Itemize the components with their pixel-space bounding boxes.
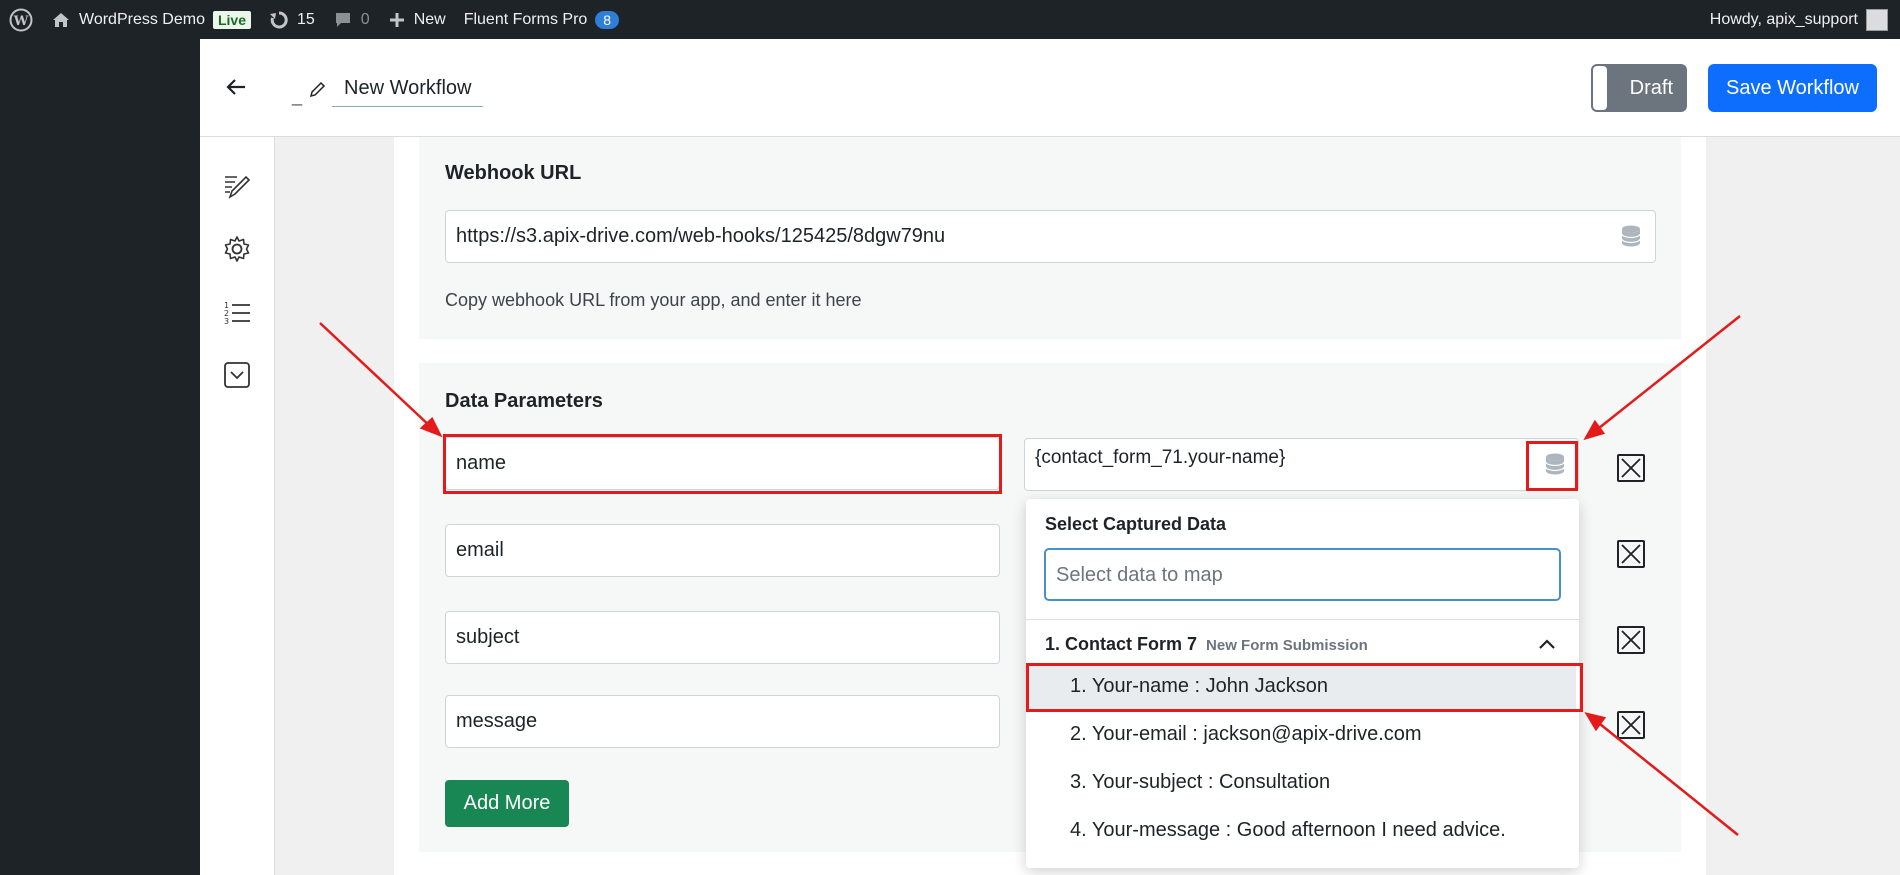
title-prefix: _ bbox=[292, 86, 303, 106]
webhook-url-title: Webhook URL bbox=[445, 162, 582, 184]
annotation-box-database-icon bbox=[1526, 441, 1578, 491]
remove-row-icon[interactable] bbox=[1617, 711, 1645, 739]
wp-admin-sidebar bbox=[0, 39, 200, 875]
remove-row-icon[interactable] bbox=[1617, 626, 1645, 654]
comment-icon bbox=[335, 12, 350, 27]
settings-gear-icon[interactable] bbox=[222, 234, 252, 264]
dropdown-item[interactable]: 3. Your-subject : Consultation bbox=[1070, 771, 1330, 794]
data-parameters-title: Data Parameters bbox=[445, 390, 603, 412]
dropdown-divider bbox=[1026, 619, 1579, 620]
param-value-name[interactable]: {contact_form_71.your-name} bbox=[1024, 438, 1579, 491]
dropdown-group-header[interactable]: 1. Contact Form 7 New Form Submission bbox=[1045, 634, 1368, 655]
param-key-subject[interactable]: subject bbox=[445, 611, 1000, 664]
admin-bar: W WordPress Demo Live 15 0 New Fluent Fo… bbox=[0, 0, 1900, 39]
back-arrow-icon[interactable] bbox=[224, 75, 248, 99]
dropdown-title: Select Captured Data bbox=[1045, 514, 1227, 534]
site-name: WordPress Demo bbox=[79, 10, 205, 28]
svg-text:3: 3 bbox=[224, 317, 229, 326]
comments-count: 0 bbox=[360, 10, 370, 28]
howdy-text: Howdy, apix_support bbox=[1709, 10, 1858, 28]
chevron-up-icon[interactable] bbox=[1538, 637, 1556, 651]
new-label: New bbox=[413, 10, 446, 28]
new-content-link[interactable]: New bbox=[379, 0, 455, 39]
workflow-title-wrap: _ New Workflow bbox=[292, 77, 484, 107]
param-key-email[interactable]: email bbox=[445, 524, 1000, 577]
fluent-forms-link[interactable]: Fluent Forms Pro 8 bbox=[455, 0, 628, 39]
tool-rail: 123 bbox=[200, 137, 275, 875]
plugin-label: Fluent Forms Pro bbox=[463, 10, 588, 28]
site-name-link[interactable]: WordPress Demo Live bbox=[42, 0, 260, 39]
draft-toggle[interactable]: Draft bbox=[1591, 64, 1687, 112]
updates-icon bbox=[269, 10, 288, 28]
plus-icon bbox=[389, 12, 404, 27]
numbered-list-icon[interactable]: 123 bbox=[222, 299, 252, 329]
remove-row-icon[interactable] bbox=[1617, 540, 1645, 568]
plugin-count-badge: 8 bbox=[595, 10, 620, 29]
updates-count: 15 bbox=[296, 10, 315, 28]
webhook-hint: Copy webhook URL from your app, and ente… bbox=[445, 290, 862, 310]
workflow-title-input[interactable]: New Workflow bbox=[332, 77, 484, 107]
svg-text:W: W bbox=[13, 14, 29, 29]
webhook-url-input[interactable]: https://s3.apix-drive.com/web-hooks/1254… bbox=[445, 210, 1656, 263]
param-key-message[interactable]: message bbox=[445, 695, 1000, 748]
dropdown-item[interactable]: 4. Your-message : Good afternoon I need … bbox=[1070, 819, 1506, 842]
draft-label: Draft bbox=[1629, 76, 1673, 99]
workflow-header: _ New Workflow Draft Save Workflow bbox=[200, 39, 1900, 137]
avatar bbox=[1866, 8, 1888, 31]
comments-link[interactable]: 0 bbox=[324, 0, 379, 39]
wordpress-logo-icon[interactable]: W bbox=[0, 0, 42, 39]
dropdown-item[interactable]: 2. Your-email : jackson@apix-drive.com bbox=[1070, 723, 1422, 746]
group-sublabel: New Form Submission bbox=[1206, 637, 1368, 654]
edit-form-icon[interactable] bbox=[222, 171, 252, 201]
remove-row-icon[interactable] bbox=[1617, 454, 1645, 482]
my-account-link[interactable]: Howdy, apix_support bbox=[1709, 8, 1900, 31]
live-badge: Live bbox=[212, 10, 251, 29]
dropdown-box-icon[interactable] bbox=[222, 360, 252, 390]
annotation-box-name-field bbox=[443, 434, 1002, 494]
toggle-knob bbox=[1593, 66, 1607, 110]
updates-link[interactable]: 15 bbox=[260, 0, 324, 39]
save-workflow-button[interactable]: Save Workflow bbox=[1708, 64, 1877, 112]
annotation-box-selected-item bbox=[1026, 663, 1583, 712]
database-icon[interactable] bbox=[1620, 224, 1642, 248]
dropdown-search-input[interactable]: Select data to map bbox=[1044, 548, 1561, 601]
pencil-icon bbox=[309, 81, 326, 98]
home-icon bbox=[53, 12, 69, 27]
add-more-button[interactable]: Add More bbox=[445, 780, 569, 827]
group-label: 1. Contact Form 7 bbox=[1045, 634, 1198, 654]
